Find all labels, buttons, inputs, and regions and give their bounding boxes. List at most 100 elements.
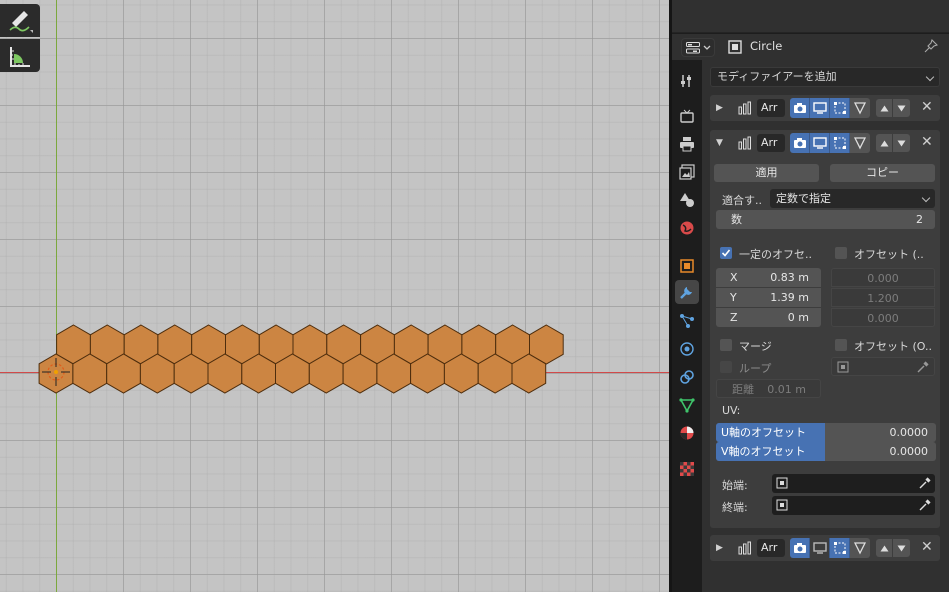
arrow-down-icon <box>897 105 906 111</box>
array-modifier-icon <box>738 101 751 115</box>
relative-offset-x-field[interactable]: 0.000 <box>831 268 935 287</box>
u-offset-field[interactable]: U軸のオフセット 0.0000 <box>716 423 936 442</box>
apply-button[interactable]: 適用 <box>714 164 819 182</box>
u-offset-label: U軸のオフセット <box>721 426 807 439</box>
eyedropper-icon[interactable] <box>917 361 929 373</box>
editmode-toggle[interactable] <box>830 538 850 558</box>
object-data-icon <box>776 499 788 511</box>
modifier-header-3[interactable]: ▶ Arr ✕ <box>710 535 940 561</box>
tab-material[interactable] <box>675 421 699 445</box>
modifier-name-field[interactable]: Arr <box>757 539 785 557</box>
fit-type-value: 定数で指定 <box>776 192 831 205</box>
v-offset-field[interactable]: V軸のオフセット 0.0000 <box>716 442 936 461</box>
expand-arrow-icon[interactable]: ▶ <box>716 103 723 113</box>
arrow-up-icon <box>880 140 888 146</box>
annotate-tool-button[interactable] <box>0 4 40 37</box>
expand-arrow-icon[interactable]: ▶ <box>716 543 723 553</box>
tab-scene[interactable] <box>675 188 699 212</box>
fit-type-dropdown[interactable]: 定数で指定 <box>770 189 935 208</box>
tab-modifiers[interactable] <box>675 280 699 304</box>
3d-viewport[interactable] <box>0 0 669 592</box>
object-data-icon <box>776 477 788 489</box>
editmode-toggle[interactable] <box>830 98 850 118</box>
pin-icon[interactable] <box>924 39 938 53</box>
world-tab-icon <box>680 221 694 235</box>
tab-texture[interactable] <box>675 457 699 481</box>
modifier-header-2[interactable]: ▼ Arr ✕ <box>710 130 940 156</box>
add-modifier-dropdown[interactable]: モディファイアーを追加 <box>710 67 940 87</box>
object-offset-checkbox[interactable] <box>835 339 847 351</box>
add-modifier-label: モディファイアーを追加 <box>717 70 837 83</box>
end-cap-label: 終端: <box>722 501 748 514</box>
tab-data[interactable] <box>675 393 699 417</box>
remove-modifier-icon[interactable]: ✕ <box>921 540 933 554</box>
viewport-toggle[interactable] <box>810 98 830 118</box>
modifier-name-field[interactable]: Arr <box>757 134 785 152</box>
copy-button[interactable]: コピー <box>830 164 935 182</box>
cage-toggle[interactable] <box>850 98 870 118</box>
render-toggle[interactable] <box>790 98 810 118</box>
move-down-button[interactable] <box>893 539 910 557</box>
render-toggle[interactable] <box>790 538 810 558</box>
checkmark-icon <box>721 249 731 257</box>
start-cap-field[interactable] <box>772 474 935 493</box>
particles-tab-icon <box>680 314 694 328</box>
tab-view-layer[interactable] <box>675 160 699 184</box>
move-down-button[interactable] <box>893 99 910 117</box>
cage-toggle[interactable] <box>850 133 870 153</box>
tab-particles[interactable] <box>675 309 699 333</box>
remove-modifier-icon[interactable]: ✕ <box>921 100 933 114</box>
merge-checkbox[interactable] <box>720 339 732 351</box>
move-down-button[interactable] <box>893 134 910 152</box>
editmode-icon <box>833 137 846 149</box>
cage-icon <box>853 137 867 150</box>
constant-offset-y-field[interactable]: Y 1.39 m <box>716 288 821 307</box>
collapse-arrow-icon[interactable]: ▼ <box>716 138 723 148</box>
eyedropper-icon[interactable] <box>919 499 931 511</box>
viewport-toggle[interactable] <box>810 538 830 558</box>
relative-offset-y-field[interactable]: 1.200 <box>831 288 935 307</box>
constant-offset-z-field[interactable]: Z 0 m <box>716 308 821 327</box>
annotate-icon <box>9 10 33 33</box>
tool-tab-icon <box>681 75 691 87</box>
relative-offset-checkbox[interactable] <box>835 247 847 259</box>
tab-output[interactable] <box>675 132 699 156</box>
tab-object[interactable] <box>675 254 699 278</box>
modifier-name-field[interactable]: Arr <box>757 99 785 117</box>
tab-render[interactable] <box>675 104 699 128</box>
render-toggle[interactable] <box>790 133 810 153</box>
constant-offset-checkbox[interactable] <box>720 247 732 259</box>
physics-tab-icon <box>680 342 694 356</box>
remove-modifier-icon[interactable]: ✕ <box>921 135 933 149</box>
x-value: 0.83 m <box>770 271 809 284</box>
properties-header: Circle <box>672 34 949 60</box>
modifier-header-1[interactable]: ▶ Arr ✕ <box>710 95 940 121</box>
move-up-button[interactable] <box>876 99 893 117</box>
chevron-down-icon <box>703 45 710 50</box>
tab-world[interactable] <box>675 216 699 240</box>
tab-tool[interactable] <box>675 69 699 93</box>
object-data-icon <box>728 40 742 54</box>
move-up-button[interactable] <box>876 539 893 557</box>
offset-object-field[interactable] <box>831 357 935 376</box>
cage-toggle[interactable] <box>850 538 870 558</box>
viewport-toggle[interactable] <box>810 133 830 153</box>
loop-checkbox[interactable] <box>720 361 732 373</box>
move-up-button[interactable] <box>876 134 893 152</box>
texture-tab-icon <box>680 462 694 476</box>
editmode-icon <box>833 542 846 554</box>
array-modifier-icon <box>738 136 751 150</box>
constant-offset-x-field[interactable]: X 0.83 m <box>716 268 821 287</box>
viewport-scene <box>0 0 669 592</box>
relative-offset-z-field[interactable]: 0.000 <box>831 308 935 327</box>
eyedropper-icon[interactable] <box>919 477 931 489</box>
merge-distance-field[interactable]: 距離 0.01 m <box>716 379 821 398</box>
y-value: 1.39 m <box>770 291 809 304</box>
tab-constraints[interactable] <box>675 365 699 389</box>
count-field[interactable]: 数 2 <box>716 210 935 229</box>
editor-type-dropdown[interactable] <box>681 38 715 57</box>
tab-physics[interactable] <box>675 337 699 361</box>
end-cap-field[interactable] <box>772 496 935 515</box>
measure-tool-button[interactable] <box>0 39 40 72</box>
editmode-toggle[interactable] <box>830 133 850 153</box>
